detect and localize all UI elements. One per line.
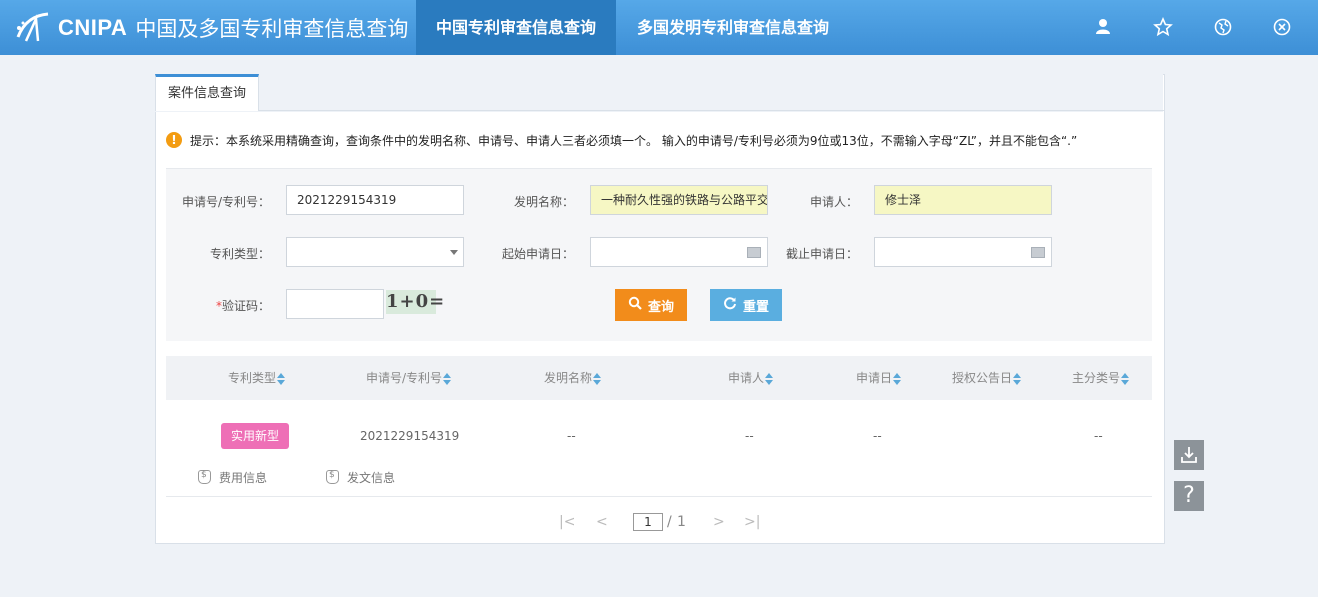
captcha-input[interactable] <box>286 289 384 319</box>
end-date-label: 截止申请日： <box>785 247 858 261</box>
logo-mark-icon <box>14 11 54 45</box>
doc-info-label: 发文信息 <box>347 470 396 485</box>
pager-separator: / <box>667 514 672 530</box>
start-date-input[interactable] <box>590 237 768 267</box>
captcha-label: *验证码： <box>166 297 270 314</box>
chevron-down-icon <box>450 250 458 255</box>
patent-type-badge: 实用新型 <box>221 423 289 449</box>
doc-info-link[interactable]: 发文信息 <box>326 468 395 486</box>
fee-info-label: 费用信息 <box>219 470 268 485</box>
row-applicant: -- <box>745 429 754 443</box>
money-bag-icon <box>326 470 339 484</box>
sort-icon[interactable] <box>277 372 286 385</box>
pager-total: 1 <box>677 514 686 530</box>
column-label: 授权公告日 <box>951 371 1012 385</box>
column-label: 申请日 <box>855 371 892 385</box>
pager-last[interactable]: >| <box>744 512 760 532</box>
download-button[interactable] <box>1174 440 1204 470</box>
brand-name: CNIPA <box>58 15 128 40</box>
column-label: 申请人 <box>727 371 764 385</box>
sort-icon[interactable] <box>443 372 452 385</box>
column-label: 主分类号 <box>1071 371 1120 385</box>
column-header-applicant[interactable]: 申请人 <box>680 356 774 400</box>
tab-china-patent[interactable]: 中国专利审查信息查询 <box>416 0 616 55</box>
star-icon[interactable] <box>1153 16 1173 37</box>
sort-icon[interactable] <box>593 372 602 385</box>
user-icon[interactable] <box>1093 17 1113 37</box>
notice-tip: ! 提示：本系统采用精确查询，查询条件中的发明名称、申请号、申请人三者必须填一个… <box>166 130 1077 150</box>
row-main-class: -- <box>1094 429 1103 443</box>
close-icon[interactable] <box>1272 17 1292 37</box>
query-button-label: 查询 <box>647 299 674 315</box>
calendar-icon[interactable] <box>1031 247 1045 258</box>
column-label: 专利类型 <box>227 371 276 385</box>
tab-case-info-query[interactable]: 案件信息查询 <box>155 74 259 111</box>
reset-button[interactable]: 重置 <box>710 289 782 321</box>
pager-next[interactable]: > <box>713 512 725 532</box>
money-bag-icon <box>198 470 211 484</box>
search-icon <box>628 296 642 314</box>
invention-name-input[interactable]: 一种耐久性强的铁路与公路平交 <box>590 185 768 215</box>
sort-icon[interactable] <box>1013 372 1022 385</box>
row-app-date: -- <box>873 429 882 443</box>
applicant-label: 申请人： <box>809 195 858 209</box>
applicant-input[interactable]: 修士泽 <box>874 185 1052 215</box>
column-header-patent-type[interactable]: 专利类型 <box>166 356 286 400</box>
tab-multi-country-patent[interactable]: 多国发明专利审查信息查询 <box>616 0 850 55</box>
page-number-input[interactable]: 1 <box>633 513 663 531</box>
panel-tab-strip <box>155 74 1163 112</box>
captcha-label-text: 验证码： <box>221 299 270 313</box>
row-divider <box>166 496 1152 497</box>
globe-icon[interactable] <box>1213 17 1233 37</box>
column-header-grant-date[interactable]: 授权公告日 <box>920 356 1022 400</box>
invention-name-label: 发明名称： <box>513 195 574 209</box>
tab-divider <box>259 110 1165 111</box>
column-header-app-date[interactable]: 申请日 <box>820 356 902 400</box>
tip-text: 提示：本系统采用精确查询，查询条件中的发明名称、申请号、申请人三者必须填一个。 … <box>190 133 1078 148</box>
column-header-invention[interactable]: 发明名称 <box>500 356 602 400</box>
app-no-input[interactable]: 2021229154319 <box>286 185 464 215</box>
cnipa-logo: CNIPA 中国及多国专利审查信息查询 <box>14 10 408 46</box>
warning-icon: ! <box>166 132 182 148</box>
app-no-label: 申请号/专利号： <box>181 195 270 209</box>
row-app-no[interactable]: 2021229154319 <box>360 429 459 443</box>
captcha-image[interactable]: 1+0= <box>386 290 444 314</box>
pager-first[interactable]: |< <box>559 512 575 532</box>
reset-button-label: 重置 <box>742 299 769 315</box>
download-icon <box>1174 447 1204 473</box>
column-header-app-no[interactable]: 申请号/专利号 <box>330 356 452 400</box>
patent-type-label: 专利类型： <box>209 247 270 261</box>
query-button[interactable]: 查询 <box>615 289 687 321</box>
pager-prev[interactable]: < <box>596 512 608 532</box>
column-label: 发明名称 <box>543 371 592 385</box>
site-title: 中国及多国专利审查信息查询 <box>135 17 409 41</box>
help-button[interactable]: ? <box>1174 481 1204 511</box>
patent-type-select[interactable] <box>286 237 464 267</box>
refresh-icon <box>723 296 737 314</box>
column-label: 申请号/专利号 <box>365 371 442 385</box>
sort-icon[interactable] <box>893 372 902 385</box>
sort-icon[interactable] <box>1121 372 1130 385</box>
row-invention: -- <box>567 429 576 443</box>
fee-info-link[interactable]: 费用信息 <box>198 468 267 486</box>
start-date-label: 起始申请日： <box>501 247 574 261</box>
column-header-main-class[interactable]: 主分类号 <box>1040 356 1130 400</box>
sort-icon[interactable] <box>765 372 774 385</box>
end-date-input[interactable] <box>874 237 1052 267</box>
